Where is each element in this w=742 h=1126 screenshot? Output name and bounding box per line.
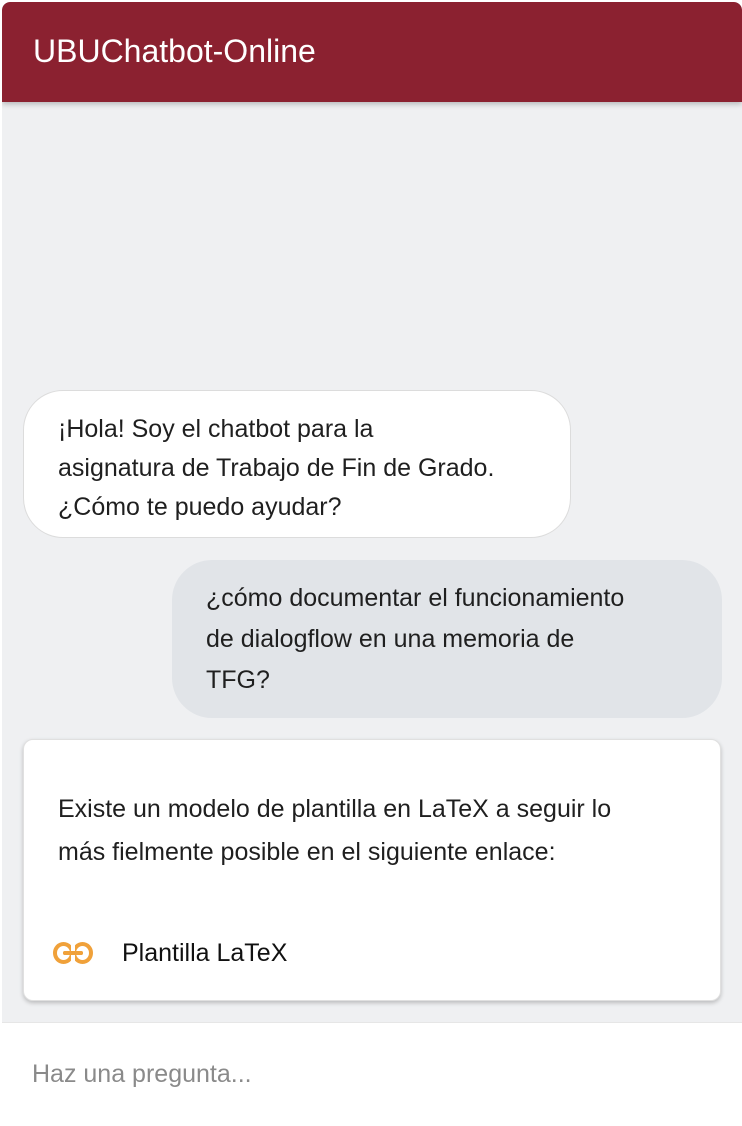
link-icon <box>53 941 93 965</box>
link-label: Plantilla LaTeX <box>122 938 288 967</box>
card-text-line: Existe un modelo de plantilla en LaTeX a… <box>58 795 612 823</box>
card-text-line: más fielmente posible en el siguiente en… <box>58 838 556 866</box>
chat-header: UBUChatbot-Online <box>2 2 742 102</box>
user-message-bubble: ¿cómo documentar el funcionamiento de di… <box>172 560 722 718</box>
chat-title: UBUChatbot-Online <box>33 33 316 69</box>
message-line: TFG? <box>206 666 270 694</box>
bot-response-card: Existe un modelo de plantilla en LaTeX a… <box>23 739 721 1001</box>
message-line: asignatura de Trabajo de Fin de Grado. <box>58 454 495 482</box>
message-line: ¡Hola! Soy el chatbot para la <box>58 415 374 443</box>
input-bar <box>2 1022 742 1124</box>
message-line: ¿cómo documentar el funcionamiento <box>206 584 625 612</box>
question-input[interactable] <box>22 1049 712 1099</box>
latex-template-link[interactable]: Plantilla LaTeX <box>52 933 287 973</box>
chatbot-widget: UBUChatbot-Online ¡Hola! Soy el chatbot … <box>2 2 742 1124</box>
bot-message-bubble: ¡Hola! Soy el chatbot para la asignatura… <box>23 390 571 538</box>
message-line: de dialogflow en una memoria de <box>206 625 575 653</box>
message-line: ¿Cómo te puedo ayudar? <box>58 493 342 521</box>
card-text: Existe un modelo de plantilla en LaTeX a… <box>58 788 698 874</box>
